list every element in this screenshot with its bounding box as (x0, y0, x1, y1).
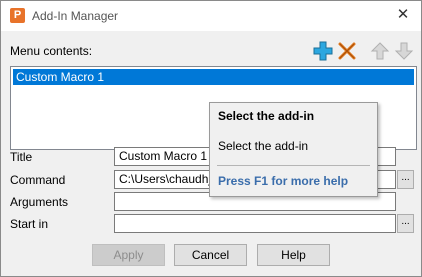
start-in-browse-button[interactable]: ... (397, 214, 414, 233)
add-icon[interactable] (312, 40, 334, 62)
tooltip-title: Select the add-in (218, 109, 315, 123)
app-logo-icon: P (10, 8, 25, 23)
command-label: Command (10, 173, 66, 187)
list-item[interactable]: Custom Macro 1 (13, 69, 414, 85)
delete-icon[interactable] (336, 40, 358, 62)
tooltip-body: Select the add-in (218, 139, 309, 153)
add-in-manager-dialog: P Add-In Manager ✕ Menu contents: Custom… (0, 0, 422, 277)
arguments-label: Arguments (10, 195, 69, 209)
tooltip-popup: Select the add-in Select the add-in Pres… (209, 102, 378, 197)
move-down-icon (394, 42, 414, 60)
close-icon[interactable]: ✕ (395, 7, 411, 23)
help-button[interactable]: Help (257, 244, 330, 266)
apply-button[interactable]: Apply (92, 244, 165, 266)
start-in-label: Start in (10, 217, 49, 231)
menu-contents-label: Menu contents: (10, 44, 93, 58)
start-in-field[interactable] (114, 214, 396, 233)
command-browse-button[interactable]: ... (397, 170, 414, 189)
tooltip-divider (217, 165, 370, 166)
cancel-button[interactable]: Cancel (174, 244, 247, 266)
title-bar: P Add-In Manager ✕ (1, 1, 421, 31)
tooltip-help-text: Press F1 for more help (218, 174, 349, 188)
window-title: Add-In Manager (32, 9, 119, 23)
title-label: Title (10, 150, 33, 164)
move-up-icon (370, 42, 390, 60)
